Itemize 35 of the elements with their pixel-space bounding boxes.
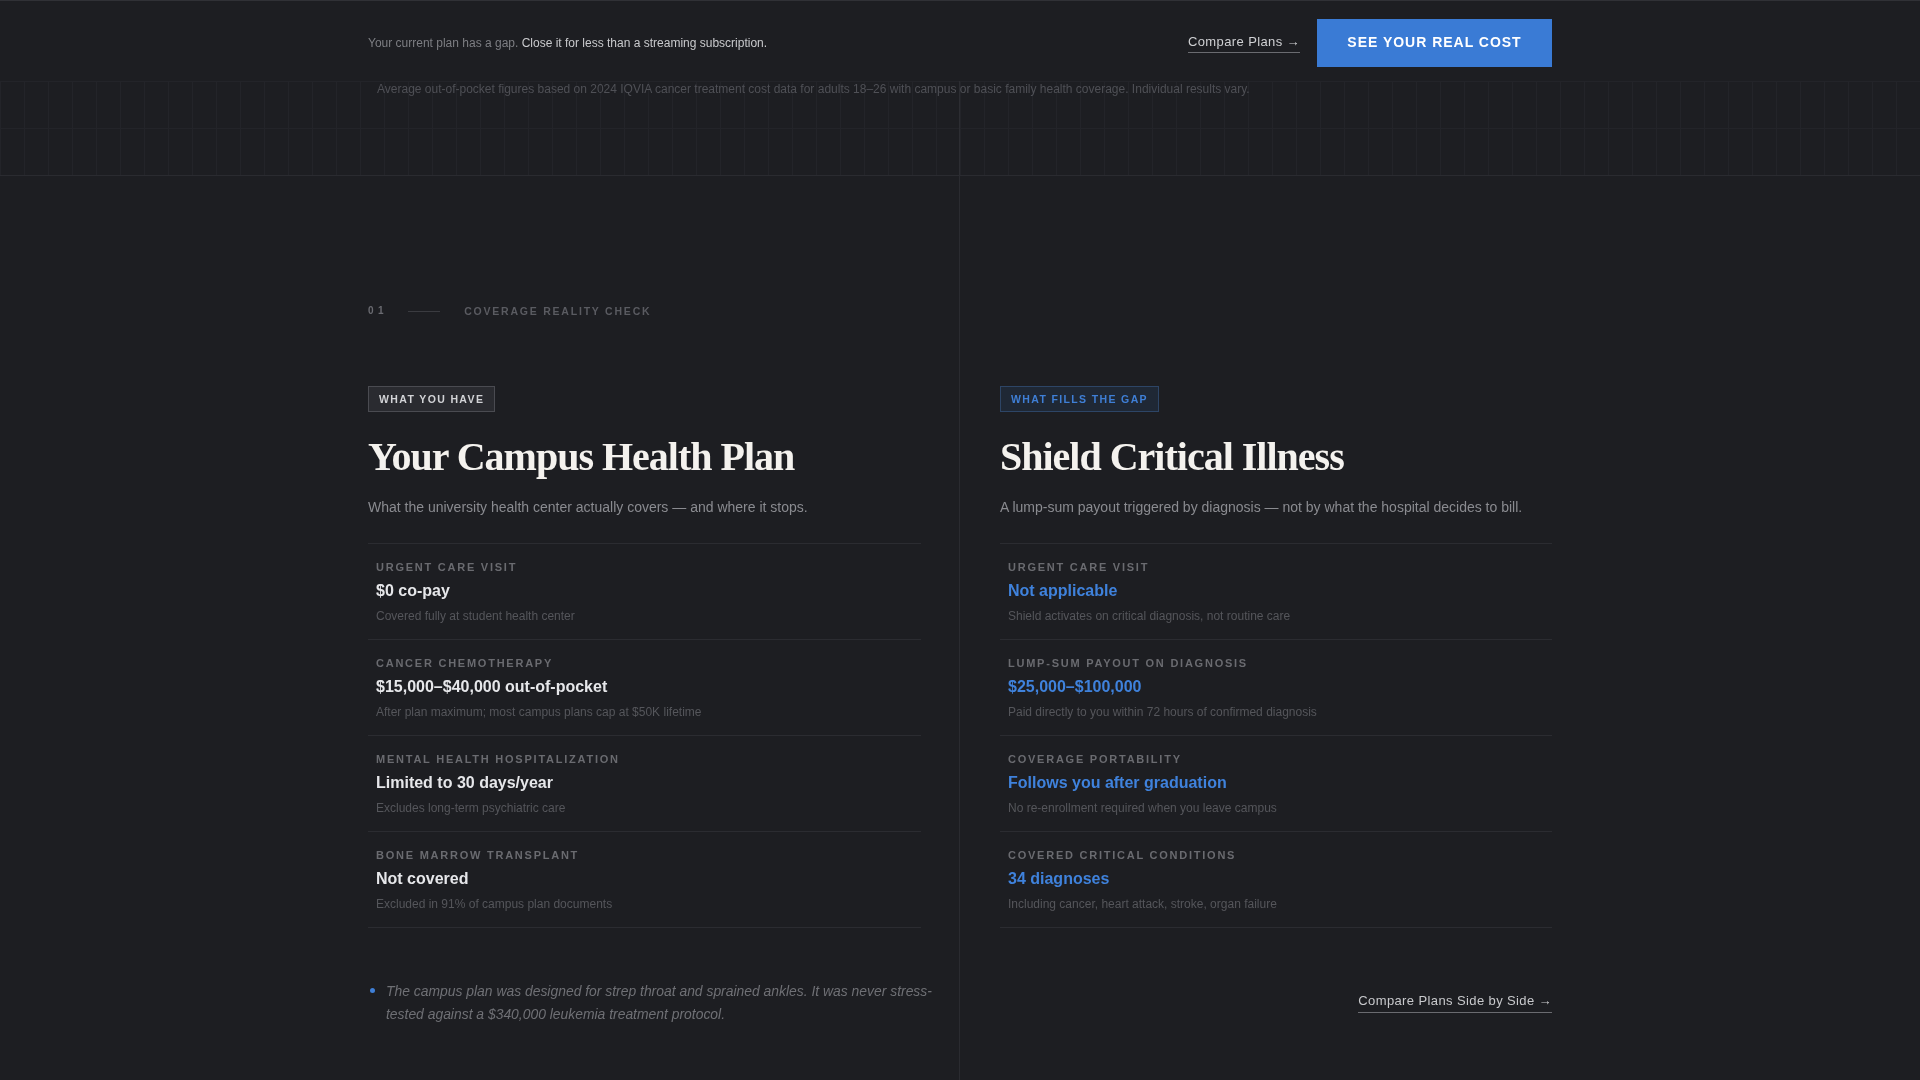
plan-badge: WHAT YOU HAVE bbox=[368, 386, 496, 412]
row-value: $0 co-pay bbox=[376, 581, 450, 601]
row-note: No re-enrollment required when you leave campus bbox=[1008, 800, 1277, 817]
plan-subtitle: What the university health center actually covers — and where it stops. bbox=[368, 498, 808, 517]
row-label: BONE MARROW TRANSPLANT bbox=[376, 848, 580, 863]
row-note: Excludes long-term psychiatric care bbox=[376, 800, 566, 817]
footnote-text: The campus plan was designed for strep throat and sprained ankles. It was never stress-tested against a $340,000 leukemia treatment protocol. bbox=[386, 982, 933, 1024]
compare-plans-link[interactable]: Compare Plans → bbox=[1187, 32, 1300, 53]
row-label: URGENT CARE VISIT bbox=[1008, 560, 1150, 575]
row-value: 34 diagnoses bbox=[1008, 869, 1110, 889]
plan-subtitle: A lump-sum payout triggered by diagnosis — not by what the hospital decides to bill. bbox=[1000, 498, 1523, 517]
row-value: Follows you after graduation bbox=[1008, 773, 1227, 793]
row-note: After plan maximum; most campus plans cap at $50K lifetime bbox=[376, 704, 702, 721]
section-label: COVERAGE REALITY CHECK bbox=[464, 304, 652, 319]
row-note: Including cancer, heart attack, stroke, organ failure bbox=[1008, 896, 1277, 913]
plan-title: Shield Critical Illness bbox=[1000, 435, 1344, 479]
plan-gap-message: Your current plan has a gap. Close it for less than a streaming subscription. bbox=[368, 34, 768, 51]
row-note: Covered fully at student health center bbox=[376, 608, 575, 625]
row-label: LUMP-SUM PAYOUT ON DIAGNOSIS bbox=[1008, 656, 1248, 671]
row-label: MENTAL HEALTH HOSPITALIZATION bbox=[376, 752, 620, 767]
section-number: 01 bbox=[368, 304, 389, 318]
compare-side-by-side-link[interactable]: Compare Plans Side by Side → bbox=[1358, 992, 1552, 1013]
row-value: $15,000–$40,000 out-of-pocket bbox=[376, 677, 608, 697]
bullet-icon bbox=[370, 988, 375, 993]
row-label: URGENT CARE VISIT bbox=[376, 560, 518, 575]
plan-title: Your Campus Health Plan bbox=[368, 435, 795, 479]
row-value: Limited to 30 days/year bbox=[376, 773, 553, 793]
row-value: $25,000–$100,000 bbox=[1008, 677, 1142, 697]
row-label: CANCER CHEMOTHERAPY bbox=[376, 656, 554, 671]
row-label: COVERAGE PORTABILITY bbox=[1008, 752, 1182, 767]
row-value: Not covered bbox=[376, 869, 469, 889]
plan-badge: WHAT FILLS THE GAP bbox=[1000, 386, 1159, 412]
row-value: Not applicable bbox=[1008, 581, 1118, 601]
row-label: COVERED CRITICAL CONDITIONS bbox=[1008, 848, 1237, 863]
see-real-cost-button[interactable]: SEE YOUR REAL COST bbox=[1317, 18, 1552, 67]
